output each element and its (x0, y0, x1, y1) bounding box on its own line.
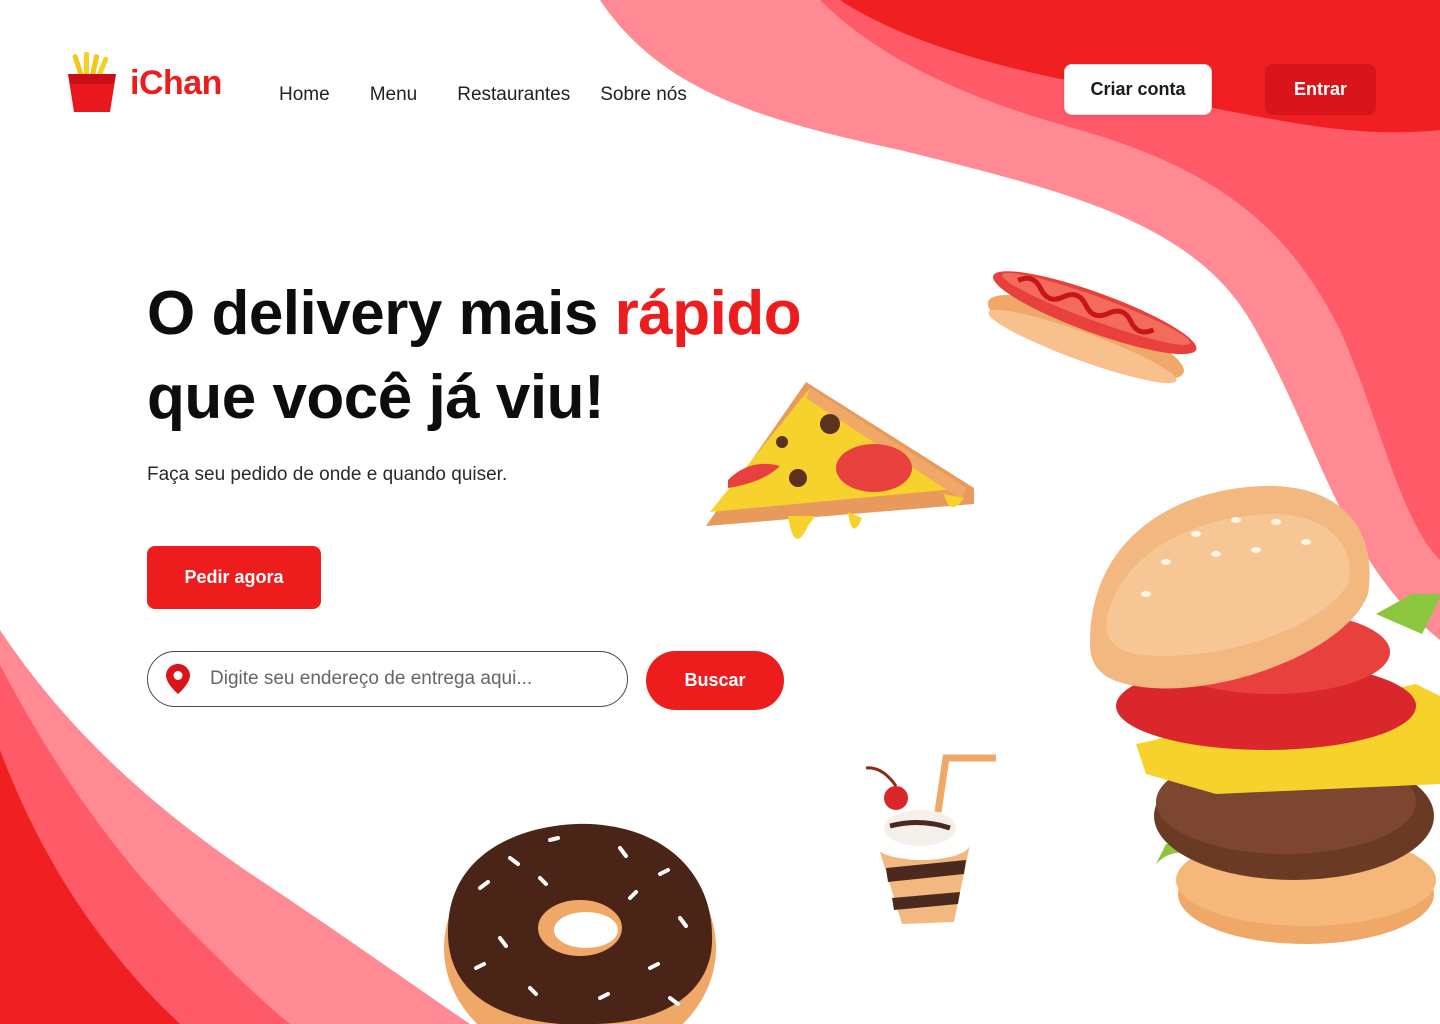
location-pin-icon (166, 664, 190, 694)
burger-illustration (1090, 485, 1440, 944)
milkshake-illustration (865, 754, 996, 924)
hero-title: O delivery mais rápido que você já viu! (147, 272, 847, 440)
hot-dog-illustration (987, 271, 1197, 384)
nav-item-home[interactable]: Home (279, 84, 330, 106)
brand-logo[interactable]: iChan (64, 52, 222, 114)
signup-button[interactable]: Criar conta (1064, 64, 1212, 115)
hero-title-part2: que você já viu! (147, 363, 605, 432)
nav-item-menu[interactable]: Menu (370, 84, 418, 106)
hero-subtitle: Faça seu pedido de onde e quando quiser. (147, 464, 508, 485)
address-search-field (147, 651, 628, 707)
search-button[interactable]: Buscar (646, 651, 784, 710)
nav-item-restaurantes[interactable]: Restaurantes (457, 84, 570, 106)
donut-illustration (444, 823, 716, 1024)
login-button[interactable]: Entrar (1265, 64, 1376, 115)
address-input[interactable] (210, 668, 590, 690)
order-now-button[interactable]: Pedir agora (147, 546, 321, 609)
hero-title-accent: rápido (614, 279, 802, 348)
hero-title-part1: O delivery mais (147, 279, 615, 348)
brand-name: iChan (130, 63, 222, 102)
main-nav: Home Menu Restaurantes Sobre nós (279, 84, 687, 106)
fries-box-icon (68, 52, 116, 112)
nav-item-sobre-nos[interactable]: Sobre nós (600, 84, 687, 106)
